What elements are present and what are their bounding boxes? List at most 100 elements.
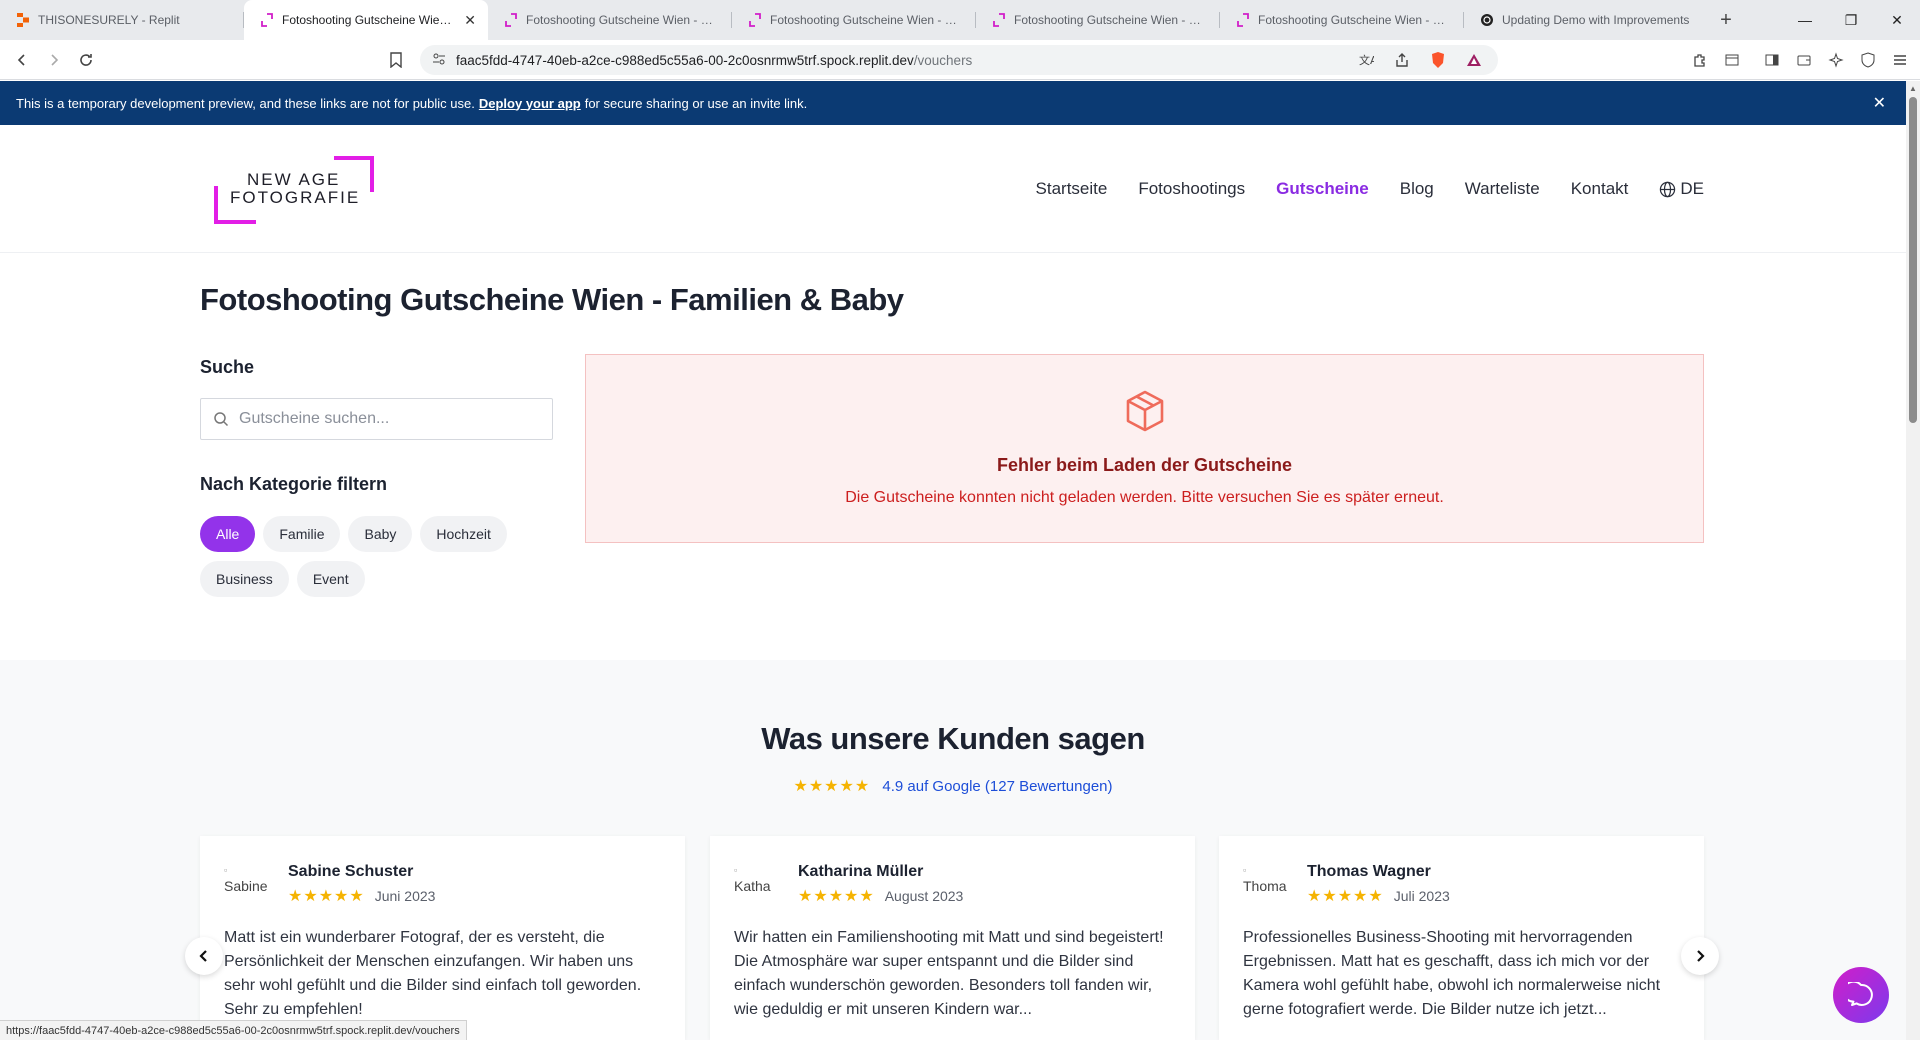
broken-image-icon: ▫ [734,865,738,875]
extensions-icon[interactable] [1684,44,1716,76]
browser-tab[interactable]: THISONESURELY - Replit [0,0,244,40]
tab-close-icon[interactable]: ✕ [464,12,476,29]
banner-close-icon[interactable]: ✕ [1873,93,1886,113]
chevron-right-icon [1697,950,1705,962]
review-date: Juni 2023 [374,888,436,904]
review-meta: ★★★★★ August 2023 [798,886,963,906]
browser-tab[interactable]: Fotoshooting Gutscheine Wien - Ges [732,0,976,40]
tab-search-icon[interactable] [1716,44,1748,76]
review-date: Juli 2023 [1393,888,1450,904]
site-favicon-icon [260,13,274,27]
browser-toolbar: faac5fdd-4747-40eb-a2ce-c988ed5c55a6-00-… [0,40,1920,80]
site-logo[interactable]: NEW AGE FOTOGRAFIE [214,156,374,224]
review-meta: ★★★★★ Juni 2023 [288,886,435,906]
leo-ai-icon[interactable] [1820,44,1852,76]
filter-heading: Nach Kategorie filtern [200,474,388,494]
url-path: /vouchers [913,52,973,68]
review-card: ▫ Thoma Thomas Wagner ★★★★★ Juli 2023 Pro… [1219,836,1704,1040]
site-header: NEW AGE FOTOGRAFIE Startseite Fotoshooti… [0,125,1906,253]
dev-preview-banner: This is a temporary development preview,… [0,81,1906,125]
star-rating-icon: ★★★★★ [1307,888,1384,905]
chat-button[interactable] [1833,967,1889,1023]
browser-tab[interactable]: Updating Demo with Improvements [1464,0,1708,40]
site-favicon-icon [992,13,1006,27]
forward-icon[interactable] [38,44,70,76]
scroll-up-icon[interactable]: ▲ [1909,84,1917,93]
scrollbar-thumb[interactable] [1909,97,1917,423]
package-icon [1126,390,1164,432]
replit-icon [16,13,30,27]
sidebar-icon[interactable] [1756,44,1788,76]
category-chip-alle[interactable]: Alle [200,516,256,552]
category-chip-event[interactable]: Event [296,561,365,597]
category-chip-familie[interactable]: Familie [263,516,341,552]
star-rating-icon: ★★★★★ [793,778,871,795]
share-icon[interactable] [1386,44,1418,76]
brave-rewards-icon[interactable] [1458,44,1490,76]
address-bar[interactable]: faac5fdd-4747-40eb-a2ce-c988ed5c55a6-00-… [420,45,1498,75]
avatar-alt: Sabine [224,878,268,894]
tab-title: Updating Demo with Improvements [1502,13,1690,27]
tab-title: Fotoshooting Gutscheine Wien - Ges [770,13,964,27]
wallet-icon[interactable] [1788,44,1820,76]
brave-shield-icon[interactable] [1422,44,1454,76]
carousel-prev-button[interactable] [185,937,223,975]
window-close-icon[interactable]: ✕ [1874,0,1920,40]
avatar-alt: Katha [734,878,771,894]
page-scrollbar[interactable]: ▲ [1906,81,1920,1040]
rating-text: 4.9 auf Google (127 Bewertungen) [882,778,1113,795]
tab-title: Fotoshooting Gutscheine Wien - Ges [1258,13,1452,27]
error-message-box: Fehler beim Laden der Gutscheine Die Gut… [585,354,1704,543]
category-filter: Alle Familie Baby Hochzeit Business Even… [200,516,540,597]
nav-item-gutscheine[interactable]: Gutscheine [1276,179,1369,199]
menu-icon[interactable] [1884,44,1916,76]
back-icon[interactable] [6,44,38,76]
nav-item-warteliste[interactable]: Warteliste [1465,179,1540,199]
banner-text: This is a temporary development preview,… [16,95,475,111]
google-rating[interactable]: ★★★★★ 4.9 auf Google (127 Bewertungen) [0,776,1906,796]
category-chip-business[interactable]: Business [200,561,289,597]
nav-item-kontakt[interactable]: Kontakt [1571,179,1629,199]
bookmark-icon[interactable] [380,44,412,76]
browser-tab-active[interactable]: Fotoshooting Gutscheine Wien - Ge ✕ [244,0,488,40]
new-tab-icon[interactable]: + [1708,0,1744,40]
tab-title: Fotoshooting Gutscheine Wien - Ges [1014,13,1208,27]
review-card: ▫ Katha Katharina Müller ★★★★★ August 202… [710,836,1195,1040]
reviewer-name: Thomas Wagner [1307,863,1431,880]
browser-tab-bar: THISONESURELY - Replit Fotoshooting Guts… [0,0,1920,40]
vpn-icon[interactable] [1852,44,1884,76]
browser-tab[interactable]: Fotoshooting Gutscheine Wien - Ges [1220,0,1464,40]
avatar: ▫ Sabine [224,862,272,910]
search-icon [214,412,229,427]
site-favicon-icon [1236,13,1250,27]
category-chip-hochzeit[interactable]: Hochzeit [420,516,507,552]
search-input[interactable] [239,410,539,428]
nav-item-blog[interactable]: Blog [1400,179,1434,199]
language-switcher[interactable]: DE [1659,179,1704,199]
nav-item-startseite[interactable]: Startseite [1036,179,1108,199]
deploy-link[interactable]: Deploy your app [479,96,581,111]
restore-icon[interactable]: ❐ [1828,0,1874,40]
minimize-icon[interactable]: — [1782,0,1828,40]
tab-title: Fotoshooting Gutscheine Wien - Ges [526,13,720,27]
reload-icon[interactable] [70,44,102,76]
nav-item-fotoshootings[interactable]: Fotoshootings [1138,179,1245,199]
error-title: Fehler beim Laden der Gutscheine [996,455,1293,475]
broken-image-icon: ▫ [224,865,228,875]
review-text: Wir hatten ein Familienshooting mit Matt… [734,929,1164,1018]
browser-tab[interactable]: Fotoshooting Gutscheine Wien - Ges [488,0,732,40]
review-meta: ★★★★★ Juli 2023 [1307,886,1450,906]
carousel-next-button[interactable] [1681,937,1719,975]
reviewer-name: Katharina Müller [798,863,924,880]
translate-icon[interactable]: 文A [1350,44,1382,76]
category-chip-baby[interactable]: Baby [348,516,413,552]
status-bar-url: https://faac5fdd-4747-40eb-a2ce-c988ed5c… [0,1020,467,1040]
globe-icon [1660,181,1676,197]
logo-line-1: NEW AGE [247,170,341,189]
search-field[interactable] [200,398,553,440]
site-info-icon[interactable] [432,52,446,69]
browser-tab[interactable]: Fotoshooting Gutscheine Wien - Ges [976,0,1220,40]
url-host: faac5fdd-4747-40eb-a2ce-c988ed5c55a6-00-… [456,52,914,68]
chevron-left-icon [199,950,207,962]
reviews-title: Was unsere Kunden sagen [761,721,1145,756]
